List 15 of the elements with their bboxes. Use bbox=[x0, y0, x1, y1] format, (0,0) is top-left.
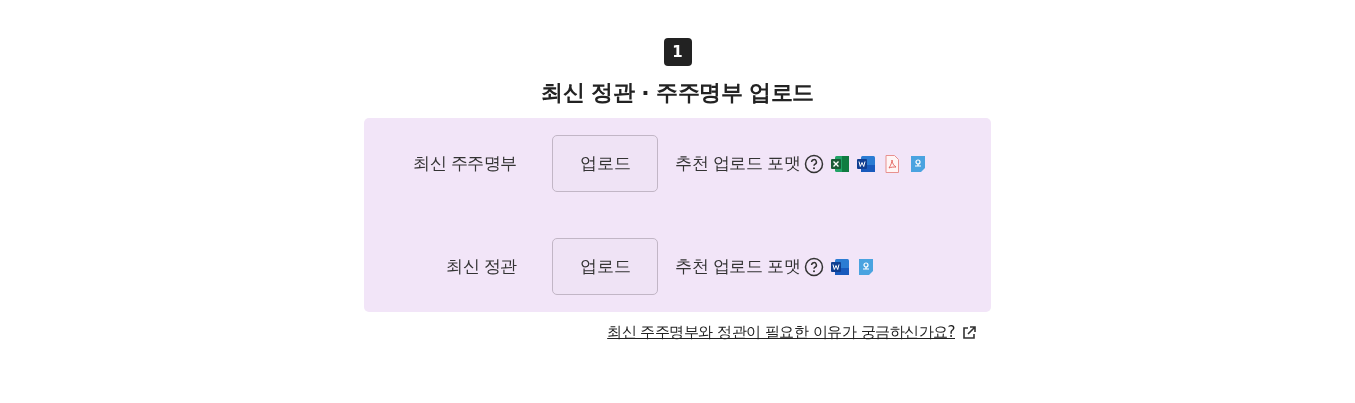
format-hint: 추천 업로드 포맷 bbox=[675, 152, 801, 175]
spreadsheet-file-icon bbox=[830, 153, 851, 174]
section-title: 최신 정관 · 주주명부 업로드 bbox=[541, 79, 814, 107]
upload-button[interactable]: 업로드 bbox=[552, 135, 658, 192]
document-file-icon bbox=[830, 256, 851, 277]
row-label: 최신 정관 bbox=[445, 255, 517, 278]
info-link[interactable]: 최신 주주명부와 정관이 필요한 이유가 궁금하신가요? bbox=[607, 323, 955, 342]
format-hint: 추천 업로드 포맷 bbox=[675, 255, 801, 278]
row-label: 최신 주주명부 bbox=[412, 152, 517, 175]
help-icon[interactable] bbox=[804, 256, 825, 277]
document-file-icon bbox=[856, 153, 877, 174]
external-link-icon[interactable] bbox=[961, 324, 977, 341]
upload-button[interactable]: 업로드 bbox=[552, 238, 658, 295]
help-icon[interactable] bbox=[804, 153, 825, 174]
step-badge: 1 bbox=[663, 38, 692, 66]
